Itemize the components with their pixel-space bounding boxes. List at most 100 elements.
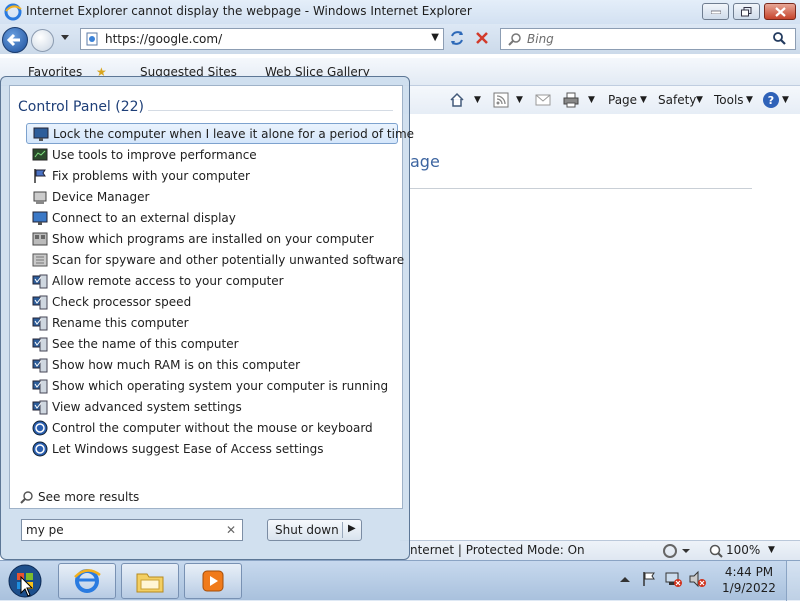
clear-search-icon[interactable]: ✕ xyxy=(226,523,236,537)
see-more-results-link[interactable]: See more results xyxy=(20,490,139,504)
search-result-item[interactable]: Fix problems with your computer xyxy=(26,165,398,186)
search-result-label[interactable]: View advanced system settings xyxy=(52,400,242,414)
taskbar-ie-button[interactable] xyxy=(58,563,116,599)
search-result-label[interactable]: Rename this computer xyxy=(52,316,189,330)
see-more-results-label[interactable]: See more results xyxy=(38,490,139,504)
programs-icon xyxy=(32,232,48,245)
search-result-item[interactable]: Control the computer without the mouse o… xyxy=(26,417,398,438)
minimize-button[interactable] xyxy=(702,3,729,20)
search-result-item[interactable]: Connect to an external display xyxy=(26,207,398,228)
search-result-label[interactable]: Use tools to improve performance xyxy=(52,148,257,162)
results-group-title[interactable]: Control Panel (22) xyxy=(18,99,144,115)
ease-of-access-icon xyxy=(32,441,48,456)
system-icon xyxy=(32,316,48,330)
search-result-label[interactable]: Show which programs are installed on you… xyxy=(52,232,374,246)
recent-pages-chevron-icon[interactable] xyxy=(60,34,70,42)
address-url[interactable]: https://google.com/ xyxy=(105,32,222,46)
stop-icon[interactable] xyxy=(472,28,492,48)
taskbar-explorer-button[interactable] xyxy=(121,563,179,599)
safety-menu-chevron-icon[interactable]: ▼ xyxy=(696,95,703,105)
print-icon[interactable] xyxy=(562,91,580,109)
tools-menu-chevron-icon[interactable]: ▼ xyxy=(746,95,753,105)
tools-menu[interactable]: Tools xyxy=(714,93,744,107)
search-result-label[interactable]: Allow remote access to your computer xyxy=(52,274,284,288)
print-dropdown-icon[interactable]: ▼ xyxy=(588,95,595,105)
page-icon xyxy=(86,32,98,46)
page-menu-chevron-icon[interactable]: ▼ xyxy=(640,95,647,105)
search-placeholder[interactable]: Bing xyxy=(527,32,554,46)
search-result-item[interactable]: Device Manager xyxy=(26,186,398,207)
safety-menu[interactable]: Safety xyxy=(658,93,696,107)
start-menu: Control Panel (22) Lock the computer whe… xyxy=(0,76,414,560)
search-result-label[interactable]: Lock the computer when I leave it alone … xyxy=(53,127,414,141)
volume-muted-icon[interactable] xyxy=(689,570,706,588)
zoom-dropdown-icon[interactable]: ▼ xyxy=(768,545,775,555)
search-result-label[interactable]: Show how much RAM is on this computer xyxy=(52,358,300,372)
search-result-item[interactable]: Show how much RAM is on this computer xyxy=(26,354,398,375)
shutdown-button[interactable]: Shut down ▶ xyxy=(267,519,362,541)
start-search-input[interactable]: my pe ✕ xyxy=(21,519,243,541)
zoom-level[interactable]: 100% xyxy=(726,543,760,557)
tray-icons xyxy=(620,570,706,588)
search-result-label[interactable]: Device Manager xyxy=(52,190,149,204)
show-desktop-button[interactable] xyxy=(786,561,800,601)
close-button[interactable] xyxy=(764,3,796,20)
forward-button[interactable] xyxy=(31,29,54,52)
search-result-label[interactable]: Check processor speed xyxy=(52,295,191,309)
search-result-label[interactable]: See the name of this computer xyxy=(52,337,239,351)
zoom-icon[interactable] xyxy=(708,543,724,559)
clock-time[interactable]: 4:44 PM xyxy=(722,564,776,580)
search-result-item[interactable]: Check processor speed xyxy=(26,291,398,312)
security-zone-text: nternet | Protected Mode: On xyxy=(410,543,585,557)
search-box[interactable]: Bing xyxy=(500,28,796,50)
clock-date[interactable]: 1/9/2022 xyxy=(722,580,776,596)
feeds-icon[interactable] xyxy=(492,91,510,109)
refresh-icon[interactable] xyxy=(447,28,467,48)
search-result-label[interactable]: Scan for spyware and other potentially u… xyxy=(52,253,404,267)
search-result-item[interactable]: See the name of this computer xyxy=(26,333,398,354)
feeds-dropdown-icon[interactable]: ▼ xyxy=(516,95,523,105)
read-mail-icon[interactable] xyxy=(534,91,552,109)
shutdown-separator xyxy=(342,522,343,538)
popup-settings-icon[interactable] xyxy=(662,543,692,559)
shutdown-options-arrow-icon[interactable]: ▶ xyxy=(348,523,356,534)
folder-icon xyxy=(136,573,164,593)
search-result-item[interactable]: Rename this computer xyxy=(26,312,398,333)
start-search-value[interactable]: my pe xyxy=(26,523,64,537)
search-result-label[interactable]: Connect to an external display xyxy=(52,211,236,225)
search-go-icon[interactable] xyxy=(771,31,787,47)
action-center-flag-icon xyxy=(34,168,46,183)
home-icon[interactable] xyxy=(448,91,466,109)
help-icon[interactable]: ? xyxy=(762,91,780,109)
search-result-item[interactable]: Let Windows suggest Ease of Access setti… xyxy=(26,438,398,459)
title-bar: Internet Explorer cannot display the web… xyxy=(0,0,800,24)
search-result-label[interactable]: Show which operating system your compute… xyxy=(52,379,388,393)
address-dropdown-icon[interactable]: ▼ xyxy=(431,32,439,43)
close-icon xyxy=(774,6,786,17)
search-result-label[interactable]: Fix problems with your computer xyxy=(52,169,250,183)
status-bar: nternet | Protected Mode: On 100% ▼ xyxy=(400,540,800,560)
search-result-label[interactable]: Control the computer without the mouse o… xyxy=(52,421,373,435)
search-result-item[interactable]: Use tools to improve performance xyxy=(26,144,398,165)
search-result-item[interactable]: Show which programs are installed on you… xyxy=(26,228,398,249)
help-dropdown-icon[interactable]: ▼ xyxy=(782,95,789,105)
search-result-item[interactable]: Allow remote access to your computer xyxy=(26,270,398,291)
clock[interactable]: 4:44 PM 1/9/2022 xyxy=(722,564,776,596)
action-center-flag-icon[interactable] xyxy=(643,572,655,586)
search-result-item[interactable]: Lock the computer when I leave it alone … xyxy=(26,123,414,144)
shutdown-label[interactable]: Shut down xyxy=(275,523,339,537)
network-warning-icon[interactable] xyxy=(665,572,682,587)
search-result-item[interactable]: Show which operating system your compute… xyxy=(26,375,398,396)
address-bar[interactable]: https://google.com/ ▼ xyxy=(80,28,444,50)
search-result-label[interactable]: Let Windows suggest Ease of Access setti… xyxy=(52,442,324,456)
taskbar-media-player-button[interactable] xyxy=(184,563,242,599)
search-result-item[interactable]: View advanced system settings xyxy=(26,396,398,417)
show-hidden-icons-icon[interactable] xyxy=(620,577,630,582)
home-dropdown-icon[interactable]: ▼ xyxy=(474,95,481,105)
mouse-cursor-icon xyxy=(20,576,34,597)
search-result-item[interactable]: Scan for spyware and other potentially u… xyxy=(26,249,404,270)
back-button[interactable] xyxy=(2,27,28,53)
restore-button[interactable] xyxy=(733,3,760,20)
system-icon xyxy=(32,379,48,393)
page-menu[interactable]: Page xyxy=(608,93,637,107)
